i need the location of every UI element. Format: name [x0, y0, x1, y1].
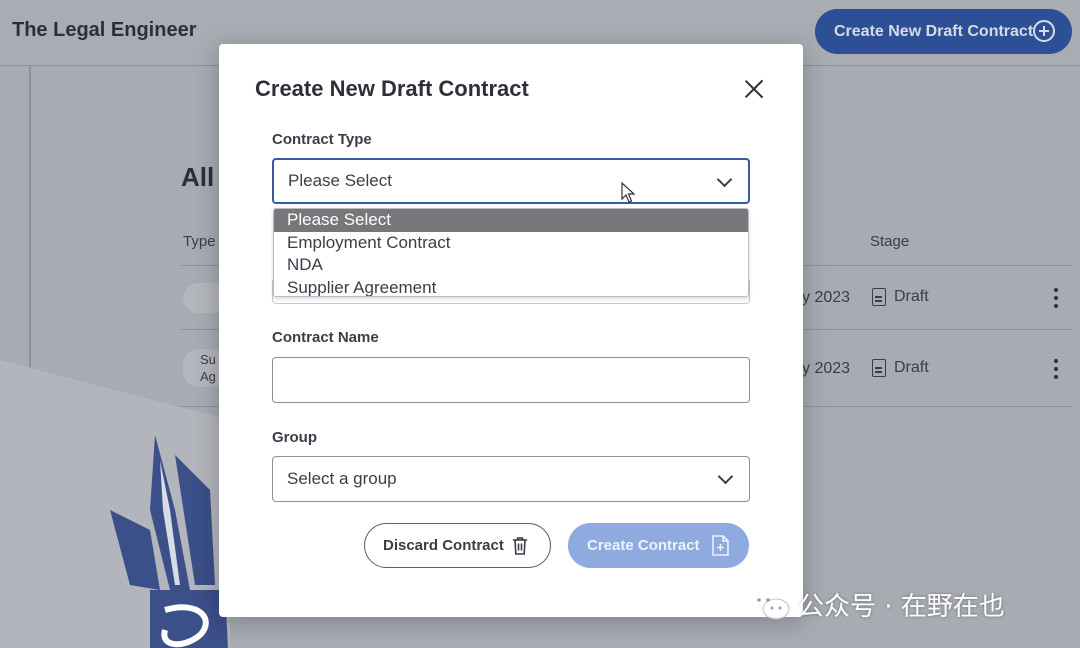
option-supplier-agreement[interactable]: Supplier Agreement	[274, 277, 748, 297]
contract-type-dropdown: Please Select Employment Contract NDA Su…	[273, 208, 749, 297]
watermark: 公众号 · 在野在也	[748, 586, 1005, 623]
wechat-logo-icon	[749, 590, 790, 619]
chevron-down-icon	[717, 468, 734, 485]
contracts-heading: All	[181, 162, 215, 192]
modal-title: Create New Draft Contract	[255, 76, 529, 101]
group-select[interactable]: Select a group	[272, 456, 750, 502]
row-date: y 2023	[802, 289, 851, 306]
row-actions-kebab-icon[interactable]	[1054, 359, 1059, 379]
option-nda[interactable]: NDA	[274, 254, 748, 277]
group-label: Group	[272, 429, 317, 446]
row-stage: Draft	[872, 288, 929, 306]
contract-type-label: Contract Type	[272, 131, 372, 148]
option-employment-contract[interactable]: Employment Contract	[274, 232, 748, 255]
create-contract-label: Create Contract	[587, 537, 700, 554]
create-contract-button[interactable]: Create Contract	[568, 523, 749, 568]
contract-type-select[interactable]: Please Select	[272, 158, 750, 204]
brand-title: The Legal Engineer	[12, 19, 197, 41]
document-icon	[872, 359, 886, 377]
contract-type-selected-value: Please Select	[288, 171, 392, 190]
close-icon[interactable]	[743, 78, 765, 100]
file-plus-icon	[712, 535, 729, 556]
column-header-stage: Stage	[870, 233, 910, 250]
contract-name-label: Contract Name	[272, 329, 379, 346]
chevron-down-icon	[716, 171, 733, 188]
contract-name-input[interactable]	[272, 357, 750, 403]
create-draft-contract-modal: Create New Draft Contract Contract Type …	[219, 44, 803, 617]
group-selected-value: Select a group	[287, 469, 397, 488]
mouse-pointer-icon	[621, 182, 636, 203]
create-new-draft-contract-button[interactable]: Create New Draft Contract	[815, 9, 1072, 54]
row-actions-kebab-icon[interactable]	[1054, 288, 1059, 308]
row-stage-label: Draft	[894, 288, 929, 305]
document-icon	[872, 288, 886, 306]
row-stage: Draft	[872, 359, 929, 377]
discard-contract-button[interactable]: Discard Contract	[364, 523, 551, 568]
discard-contract-label: Discard Contract	[383, 537, 504, 554]
trash-icon	[513, 537, 527, 555]
plus-circle-icon	[1033, 20, 1055, 42]
create-new-draft-contract-label: Create New Draft Contract	[834, 22, 1034, 40]
decorative-illustration	[0, 360, 230, 648]
row-date: y 2023	[802, 360, 851, 377]
watermark-text: 公众号 · 在野在也	[798, 592, 1005, 622]
row-stage-label: Draft	[894, 359, 929, 376]
column-header-type: Type	[183, 233, 216, 250]
option-please-select[interactable]: Please Select	[274, 209, 748, 232]
